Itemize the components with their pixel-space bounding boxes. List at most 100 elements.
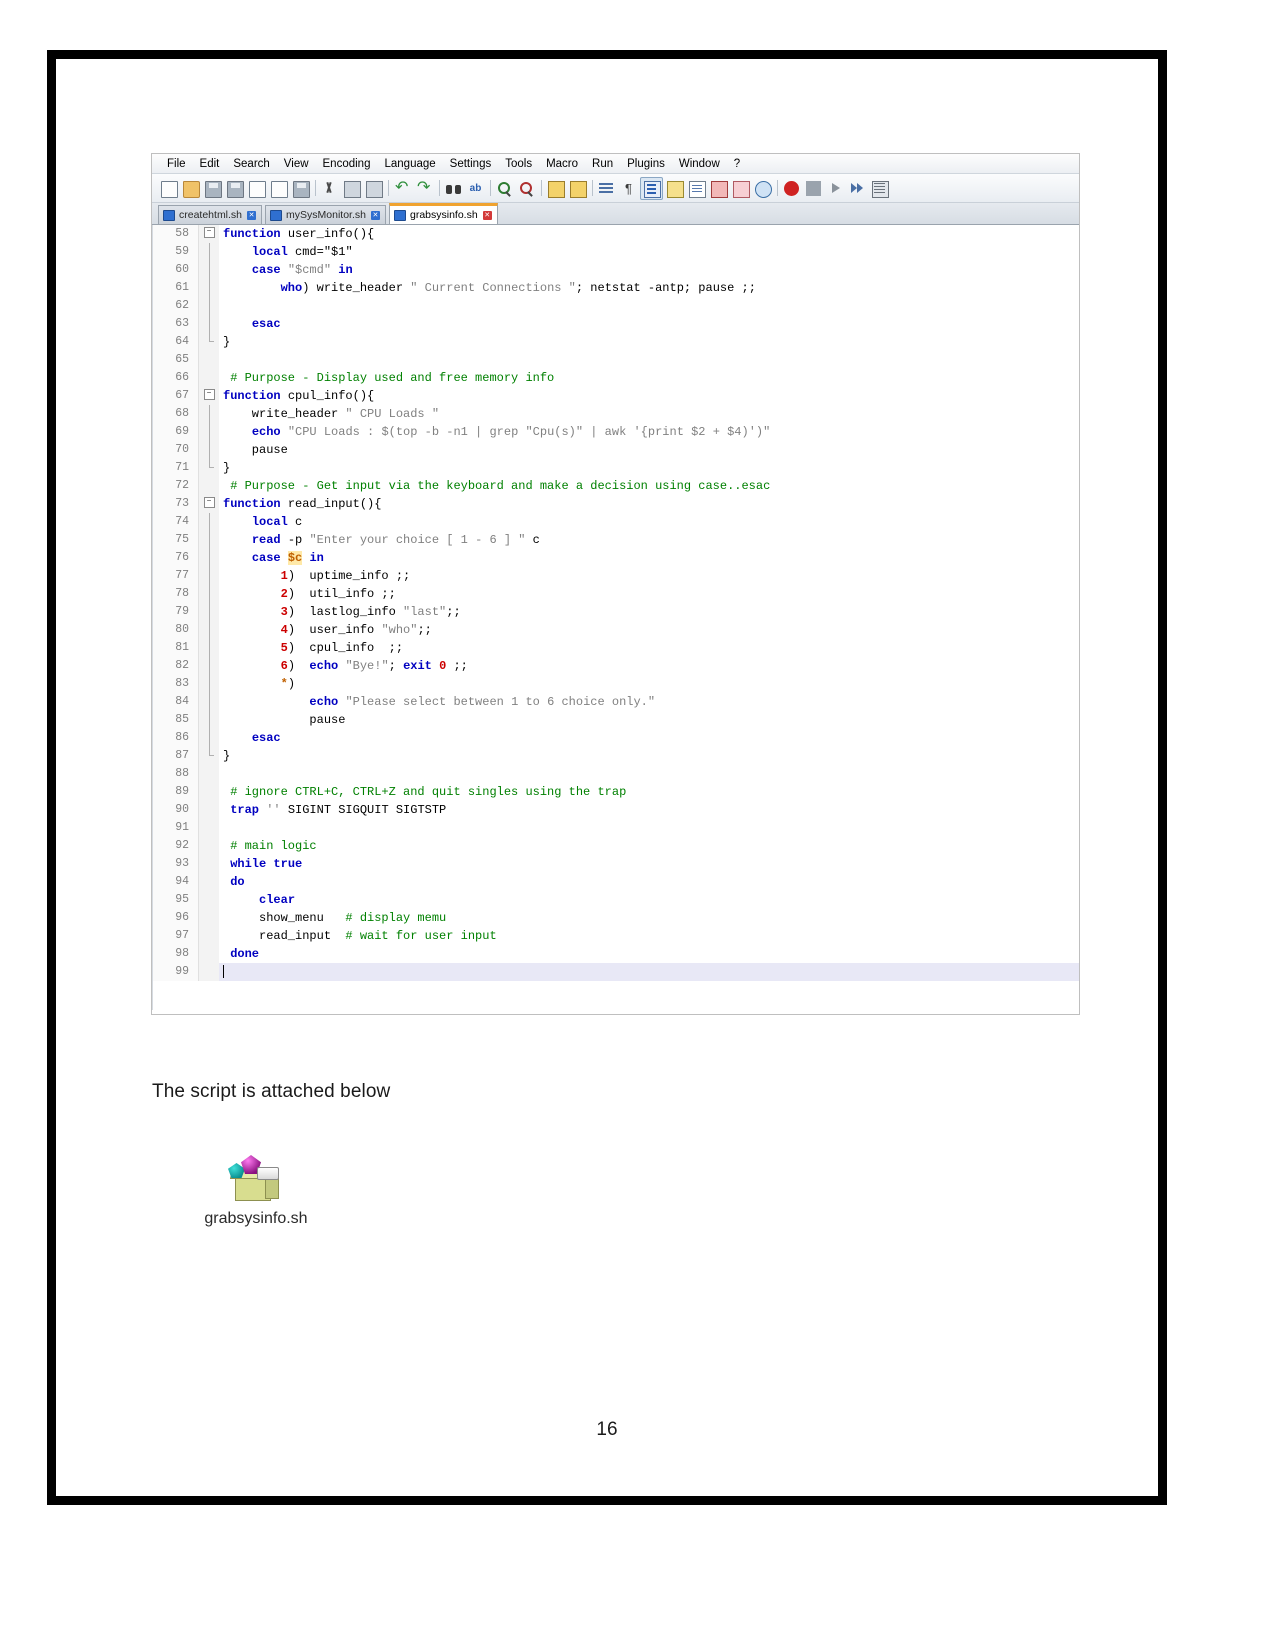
macro-save-icon[interactable] xyxy=(869,178,890,199)
code-line[interactable]: 82 6) echo "Bye!"; exit 0 ;; xyxy=(153,657,1079,675)
menu-item-macro[interactable]: Macro xyxy=(539,155,585,173)
code-line[interactable]: 97 read_input # wait for user input xyxy=(153,927,1079,945)
code-line[interactable]: 87} xyxy=(153,747,1079,765)
code-line[interactable]: 90 trap '' SIGINT SIGQUIT SIGTSTP xyxy=(153,801,1079,819)
code-line[interactable]: 60 case "$cmd" in xyxy=(153,261,1079,279)
code-line[interactable]: 84 echo "Please select between 1 to 6 ch… xyxy=(153,693,1079,711)
code-line[interactable]: 91 xyxy=(153,819,1079,837)
replace-icon[interactable]: ab xyxy=(465,178,486,199)
sync-horizontal-icon[interactable] xyxy=(567,178,588,199)
show-all-characters-icon[interactable]: ¶ xyxy=(618,178,639,199)
zoom-in-icon[interactable] xyxy=(494,178,515,199)
menu-item-window[interactable]: Window xyxy=(672,155,727,173)
print-icon[interactable] xyxy=(290,178,311,199)
line-number: 68 xyxy=(153,405,199,423)
code-line[interactable]: 66 # Purpose - Display used and free mem… xyxy=(153,369,1079,387)
code-line[interactable]: 68 write_header " CPU Loads " xyxy=(153,405,1079,423)
fold-marker[interactable]: − xyxy=(199,387,219,405)
close-file-icon[interactable] xyxy=(246,178,267,199)
menu-item-search[interactable]: Search xyxy=(226,155,276,173)
fold-marker[interactable]: − xyxy=(199,495,219,513)
code-line[interactable]: 65 xyxy=(153,351,1079,369)
code-line[interactable]: 96 show_menu # display memu xyxy=(153,909,1079,927)
code-line[interactable]: 69 echo "CPU Loads : $(top -b -n1 | grep… xyxy=(153,423,1079,441)
code-line[interactable]: 61 who) write_header " Current Connectio… xyxy=(153,279,1079,297)
code-line[interactable]: 99 xyxy=(153,963,1079,981)
code-line[interactable]: 76 case $c in xyxy=(153,549,1079,567)
indent-guideline-icon[interactable] xyxy=(640,176,663,200)
undo-icon[interactable] xyxy=(392,177,413,199)
save-all-icon[interactable] xyxy=(224,178,245,199)
menu-item-plugins[interactable]: Plugins xyxy=(620,155,672,173)
menu-item-settings[interactable]: Settings xyxy=(443,155,499,173)
code-line[interactable]: 80 4) user_info "who";; xyxy=(153,621,1079,639)
menu-item-tools[interactable]: Tools xyxy=(498,155,539,173)
function-list-icon[interactable] xyxy=(708,178,729,199)
redo-icon[interactable] xyxy=(414,177,435,199)
find-icon[interactable] xyxy=(443,178,464,199)
code-line[interactable]: 95 clear xyxy=(153,891,1079,909)
copy-icon[interactable] xyxy=(341,178,362,199)
code-line[interactable]: 93 while true xyxy=(153,855,1079,873)
macro-stop-icon[interactable] xyxy=(803,178,824,199)
code-line[interactable]: 59 local cmd="$1" xyxy=(153,243,1079,261)
macro-run-multiple-icon[interactable] xyxy=(847,178,868,199)
close-icon[interactable]: ✕ xyxy=(247,210,257,220)
attachment-item[interactable]: grabsysinfo.sh xyxy=(166,1149,346,1228)
paste-icon[interactable] xyxy=(363,178,384,199)
user-defined-language-icon[interactable] xyxy=(664,178,685,199)
menu-item-file[interactable]: File xyxy=(160,155,193,173)
code-line[interactable]: 67− function cpul_info(){ xyxy=(153,387,1079,405)
folder-as-workspace-icon[interactable] xyxy=(730,178,751,199)
new-file-icon[interactable] xyxy=(158,178,179,199)
tab-mySysMonitor-sh[interactable]: mySysMonitor.sh ✕ xyxy=(265,205,386,224)
menu-item-[interactable]: ? xyxy=(727,155,747,173)
zoom-out-icon[interactable] xyxy=(516,178,537,199)
code-line[interactable]: 86 esac xyxy=(153,729,1079,747)
code-line[interactable]: 71} xyxy=(153,459,1079,477)
menu-item-language[interactable]: Language xyxy=(377,155,442,173)
macro-record-icon[interactable] xyxy=(781,178,802,199)
code-line[interactable]: 72 # Purpose - Get input via the keyboar… xyxy=(153,477,1079,495)
document-map-icon[interactable] xyxy=(686,178,707,199)
code-editor[interactable]: 58− function user_info(){59 local cmd="$1… xyxy=(152,225,1079,1010)
code-line[interactable]: 81 5) cpul_info ;; xyxy=(153,639,1079,657)
menu-item-view[interactable]: View xyxy=(277,155,316,173)
menu-item-run[interactable]: Run xyxy=(585,155,620,173)
code-line[interactable]: 89 # ignore CTRL+C, CTRL+Z and quit sing… xyxy=(153,783,1079,801)
menu-item-edit[interactable]: Edit xyxy=(193,155,227,173)
code-line[interactable]: 58− function user_info(){ xyxy=(153,225,1079,243)
code-line[interactable]: 73− function read_input(){ xyxy=(153,495,1079,513)
open-file-icon[interactable] xyxy=(180,178,201,199)
close-all-icon[interactable] xyxy=(268,178,289,199)
cut-icon[interactable] xyxy=(319,178,340,199)
code-line[interactable]: 79 3) lastlog_info "last";; xyxy=(153,603,1079,621)
monitoring-icon[interactable] xyxy=(752,178,773,199)
tab-createhtml-sh[interactable]: createhtml.sh ✕ xyxy=(158,205,263,224)
fold-marker[interactable]: − xyxy=(199,225,219,243)
close-icon[interactable]: ✕ xyxy=(370,210,380,220)
code-line[interactable]: 92 # main logic xyxy=(153,837,1079,855)
code-line[interactable]: 83 *) xyxy=(153,675,1079,693)
menu-item-encoding[interactable]: Encoding xyxy=(316,155,378,173)
code-line[interactable]: 94 do xyxy=(153,873,1079,891)
close-icon[interactable]: ✕ xyxy=(482,210,492,220)
code-line[interactable]: 75 read -p "Enter your choice [ 1 - 6 ] … xyxy=(153,531,1079,549)
line-number: 96 xyxy=(153,909,199,927)
code-line[interactable]: 85 pause xyxy=(153,711,1079,729)
code-line[interactable]: 70 pause xyxy=(153,441,1079,459)
code-line[interactable]: 77 1) uptime_info ;; xyxy=(153,567,1079,585)
sync-vertical-icon[interactable] xyxy=(545,178,566,199)
code-line[interactable]: 88 xyxy=(153,765,1079,783)
code-line[interactable]: 78 2) util_info ;; xyxy=(153,585,1079,603)
word-wrap-icon[interactable] xyxy=(596,178,617,199)
code-line[interactable]: 98 done xyxy=(153,945,1079,963)
save-icon[interactable] xyxy=(202,178,223,199)
macro-playback-icon[interactable] xyxy=(825,178,846,199)
line-number: 67 xyxy=(153,387,199,405)
code-line[interactable]: 74 local c xyxy=(153,513,1079,531)
tab-grabsysinfo-sh[interactable]: grabsysinfo.sh ✕ xyxy=(388,203,498,224)
code-line[interactable]: 64} xyxy=(153,333,1079,351)
code-line[interactable]: 62 xyxy=(153,297,1079,315)
code-line[interactable]: 63 esac xyxy=(153,315,1079,333)
